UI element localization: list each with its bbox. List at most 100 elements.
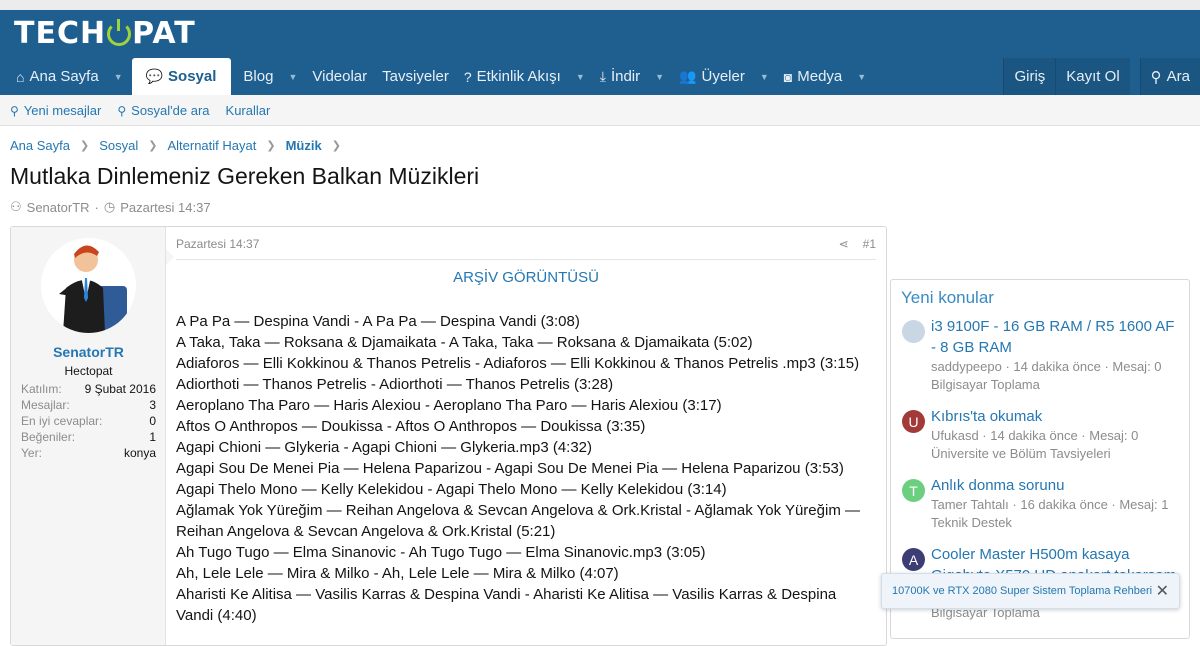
avatar[interactable]: A bbox=[902, 548, 925, 571]
camera-icon: ◙ bbox=[783, 68, 793, 85]
archive-link[interactable]: ARŞİV GÖRÜNTÜSÜ bbox=[176, 269, 876, 286]
sub-nav: ⚲ Yeni mesajlar ⚲ Sosyal'de ara Kurallar bbox=[0, 95, 1200, 126]
topic-forum[interactable]: Bilgisayar Toplama bbox=[931, 376, 1179, 394]
song-line: A Pa Pa — Despina Vandi - A Pa Pa — Desp… bbox=[176, 313, 580, 330]
song-line: Agapi Thelo Mono — Kelly Kelekidou - Aga… bbox=[176, 481, 727, 498]
topic-meta: Ufukasd · 14 dakika önce · Mesaj: 0 bbox=[931, 428, 1139, 443]
nav-label: İndir bbox=[610, 68, 641, 85]
topic-meta: saddypeepo · 14 dakika önce · Mesaj: 0 bbox=[931, 359, 1162, 374]
nav-item-1[interactable]: 💬 Sosyal bbox=[131, 58, 232, 95]
nav-label: Etkinlik Akışı bbox=[476, 68, 561, 85]
bulb-icon: ? bbox=[463, 68, 472, 85]
nav-item-7[interactable]: 👥 Üyeler ▼ bbox=[673, 58, 778, 95]
post-number[interactable]: #1 bbox=[863, 237, 876, 251]
post-arrow bbox=[166, 249, 174, 265]
register-button[interactable]: Kayıt Ol bbox=[1055, 58, 1130, 95]
post-main: Pazartesi 14:37 ⋖ #1 ARŞİV GÖRÜNTÜSÜ A P… bbox=[176, 227, 876, 645]
site-logo[interactable]: TECH PAT bbox=[14, 15, 196, 51]
topic-title[interactable]: Kıbrıs'ta okumak bbox=[931, 406, 1179, 427]
nav-item-2[interactable]: Blog ▼ bbox=[237, 58, 306, 95]
rules-link[interactable]: Kurallar bbox=[226, 103, 271, 118]
song-line: Adiorthoti — Thanos Petrelis - Adiorthot… bbox=[176, 376, 614, 393]
post-user-pane: SenatorTR Hectopat Katılım: 9 Şubat 2016 M… bbox=[11, 227, 166, 645]
notice-bar[interactable]: 10700K ve RTX 2080 Super Sistem Toplama … bbox=[881, 573, 1180, 609]
user-icon: ⚇ bbox=[10, 199, 22, 214]
post-header: Pazartesi 14:37 ⋖ #1 bbox=[176, 237, 876, 260]
search-label: Ara bbox=[1166, 68, 1190, 85]
avatar[interactable]: T bbox=[902, 479, 925, 502]
search-icon: ⚲ bbox=[1150, 68, 1162, 86]
search-icon: ⚲ bbox=[117, 103, 127, 118]
home-icon: ⌂ bbox=[16, 68, 25, 85]
nav-item-5[interactable]: ? Etkinlik Akışı ▼ bbox=[458, 58, 594, 95]
clock-icon: ◷ bbox=[103, 199, 116, 214]
user-stat-row: Beğeniler: 1 bbox=[21, 430, 156, 444]
top-strip bbox=[0, 0, 1200, 10]
avatar[interactable]: U bbox=[902, 410, 925, 433]
thread-date[interactable]: Pazartesi 14:37 bbox=[120, 200, 210, 215]
logo-text-left: TECH bbox=[14, 15, 107, 51]
song-line: Ah Tugo Tugo — Elma Sinanovic - Ah Tugo … bbox=[176, 544, 706, 561]
breadcrumb-item[interactable]: Sosyal bbox=[99, 138, 138, 153]
share-icon[interactable]: ⋖ bbox=[839, 237, 849, 251]
song-line: Aftos O Anthropos — Doukissa - Aftos O A… bbox=[176, 418, 646, 435]
chevron-down-icon[interactable]: ▼ bbox=[857, 72, 866, 82]
user-stat-row: Mesajlar: 3 bbox=[21, 398, 156, 412]
chevron-down-icon[interactable]: ▼ bbox=[288, 72, 297, 82]
nav-item-6[interactable]: ⤓ İndir ▼ bbox=[594, 58, 673, 95]
song-line: Aharisti Ke Alitisa — Vasilis Karras & D… bbox=[176, 586, 837, 624]
user-stat-row: Katılım: 9 Şubat 2016 bbox=[21, 382, 156, 396]
widget-title[interactable]: Yeni konular bbox=[891, 280, 1189, 316]
chevron-right-icon: ❯ bbox=[80, 140, 90, 152]
main-nav: ⌂ Ana Sayfa ▼ 💬 Sosyal Blog ▼ Videolar Tavsiyele… bbox=[10, 58, 875, 95]
song-line: Adiaforos — Elli Kokkinou & Thanos Petre… bbox=[176, 355, 860, 372]
breadcrumb-item[interactable]: Ana Sayfa bbox=[10, 138, 70, 153]
topic-forum[interactable]: Teknik Destek bbox=[931, 514, 1179, 532]
song-line: Ağlamak Yok Yüreğim — Reihan Angelova & … bbox=[176, 502, 860, 540]
topic-title[interactable]: Anlık donma sorunu bbox=[931, 475, 1179, 496]
avatar[interactable] bbox=[41, 238, 136, 333]
nav-item-8[interactable]: ◙ Medya ▼ bbox=[778, 58, 875, 95]
nav-label: Tavsiyeler bbox=[382, 68, 449, 85]
song-line: Aeroplano Tha Paro — Haris Alexiou - Aer… bbox=[176, 397, 722, 414]
chevron-down-icon[interactable]: ▼ bbox=[760, 72, 769, 82]
song-line: A Taka, Taka — Roksana & Djamaikata - A … bbox=[176, 334, 753, 351]
avatar[interactable] bbox=[902, 320, 925, 343]
chevron-down-icon[interactable]: ▼ bbox=[576, 72, 585, 82]
thread-meta: ⚇ SenatorTR · ◷ Pazartesi 14:37 bbox=[10, 199, 211, 215]
download-icon: ⤓ bbox=[599, 68, 606, 84]
topic-item: i3 9100F - 16 GB RAM / R5 1600 AF - 8 GB… bbox=[891, 316, 1189, 394]
search-social-link[interactable]: ⚲ Sosyal'de ara bbox=[117, 103, 209, 118]
topic-item: T Anlık donma sorunu Tamer Tahtalı · 16 da… bbox=[891, 475, 1189, 532]
topic-meta: Tamer Tahtalı · 16 dakika önce · Mesaj: … bbox=[931, 497, 1169, 512]
post: SenatorTR Hectopat Katılım: 9 Şubat 2016 M… bbox=[10, 226, 887, 646]
breadcrumb: Ana Sayfa ❯ Sosyal ❯ Alternatif Hayat ❯ Müzik ❯ bbox=[10, 138, 341, 153]
topic-item: U Kıbrıs'ta okumak Ufukasd · 14 dakika önc… bbox=[891, 406, 1189, 463]
new-posts-link[interactable]: ⚲ Yeni mesajlar bbox=[10, 103, 101, 118]
user-stats: Katılım: 9 Şubat 2016 Mesajlar: 3 En iyi cev… bbox=[21, 382, 156, 462]
song-list: A Pa Pa — Despina Vandi - A Pa Pa — Desp… bbox=[176, 311, 876, 626]
song-line: Ah, Lele Lele — Mira & Milko - Ah, Lele … bbox=[176, 565, 619, 582]
chevron-down-icon[interactable]: ▼ bbox=[655, 72, 664, 82]
chevron-down-icon[interactable]: ▼ bbox=[114, 72, 123, 82]
search-button[interactable]: ⚲ Ara bbox=[1139, 58, 1200, 95]
nav-label: Medya bbox=[797, 68, 843, 85]
breadcrumb-item[interactable]: Alternatif Hayat bbox=[167, 138, 256, 153]
topic-title[interactable]: i3 9100F - 16 GB RAM / R5 1600 AF - 8 GB… bbox=[931, 316, 1179, 358]
nav-item-0[interactable]: ⌂ Ana Sayfa ▼ bbox=[10, 58, 132, 95]
close-icon[interactable]: ✕ bbox=[1156, 581, 1169, 601]
user-title: Hectopat bbox=[64, 364, 113, 378]
notice-text[interactable]: 10700K ve RTX 2080 Super Sistem Toplama … bbox=[892, 585, 1152, 597]
nav-item-3[interactable]: Videolar bbox=[306, 58, 376, 95]
breadcrumb-item[interactable]: Müzik bbox=[286, 138, 322, 153]
thread-author[interactable]: SenatorTR bbox=[27, 200, 90, 215]
login-button[interactable]: Giriş bbox=[1003, 58, 1056, 95]
nav-label: Ana Sayfa bbox=[29, 68, 99, 85]
page-title: Mutlaka Dinlemeniz Gereken Balkan Müzikl… bbox=[10, 163, 480, 189]
post-date[interactable]: Pazartesi 14:37 bbox=[176, 237, 259, 251]
song-line: Agapi Chioni — Glykeria - Agapi Chioni —… bbox=[176, 439, 593, 456]
post-username[interactable]: SenatorTR bbox=[11, 344, 166, 360]
nav-label: Videolar bbox=[312, 68, 368, 85]
nav-item-4[interactable]: Tavsiyeler bbox=[376, 58, 458, 95]
topic-forum[interactable]: Üniversite ve Bölüm Tavsiyeleri bbox=[931, 445, 1179, 463]
